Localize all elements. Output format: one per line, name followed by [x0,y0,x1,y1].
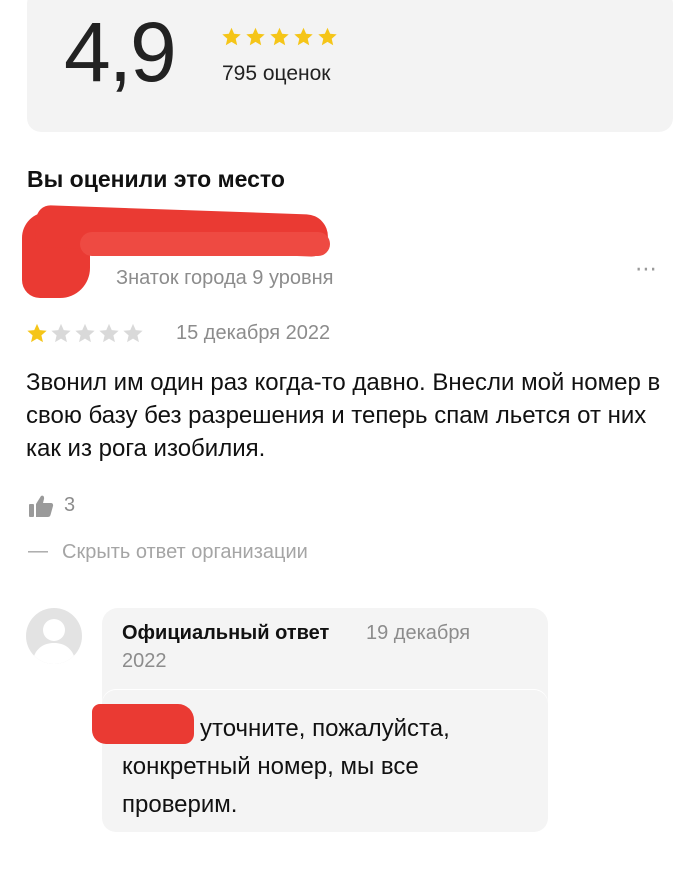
review-text: Звонил им один раз когда-то давно. Внесл… [26,369,661,462]
review-date: 15 декабря 2022 [176,322,331,344]
reviewer-name-redacted-extra [80,232,330,256]
org-reply-redaction [92,704,194,744]
star-empty-icon [51,323,71,343]
rating-stars [221,26,338,47]
like-count: 3 [64,494,76,516]
org-reply-date-year: 2022 [122,650,167,672]
collapse-dash-icon: — [28,540,48,562]
star-empty-icon [123,323,143,343]
section-title: Вы оценили это место [27,166,285,192]
star-icon [222,27,241,46]
more-options-icon[interactable]: ⋯ [635,256,658,282]
star-icon [318,27,337,46]
thumbs-up-icon[interactable] [28,494,54,518]
user-level: Знаток города 9 уровня [116,267,334,289]
org-avatar [26,608,82,664]
user-silhouette-icon [32,619,76,664]
star-icon [294,27,313,46]
star-icon [270,27,289,46]
star-icon [246,27,265,46]
org-reply-title: Официальный ответ [122,622,330,644]
org-reply-date: 19 декабря [366,622,471,644]
ratings-count[interactable]: 795 оценок [222,62,331,86]
star-empty-icon [99,323,119,343]
star-empty-icon [75,323,95,343]
rating-score: 4,9 [64,5,177,99]
hide-org-reply-link[interactable]: Скрыть ответ организации [62,541,308,564]
review-stars [26,322,144,344]
star-icon [27,323,47,343]
